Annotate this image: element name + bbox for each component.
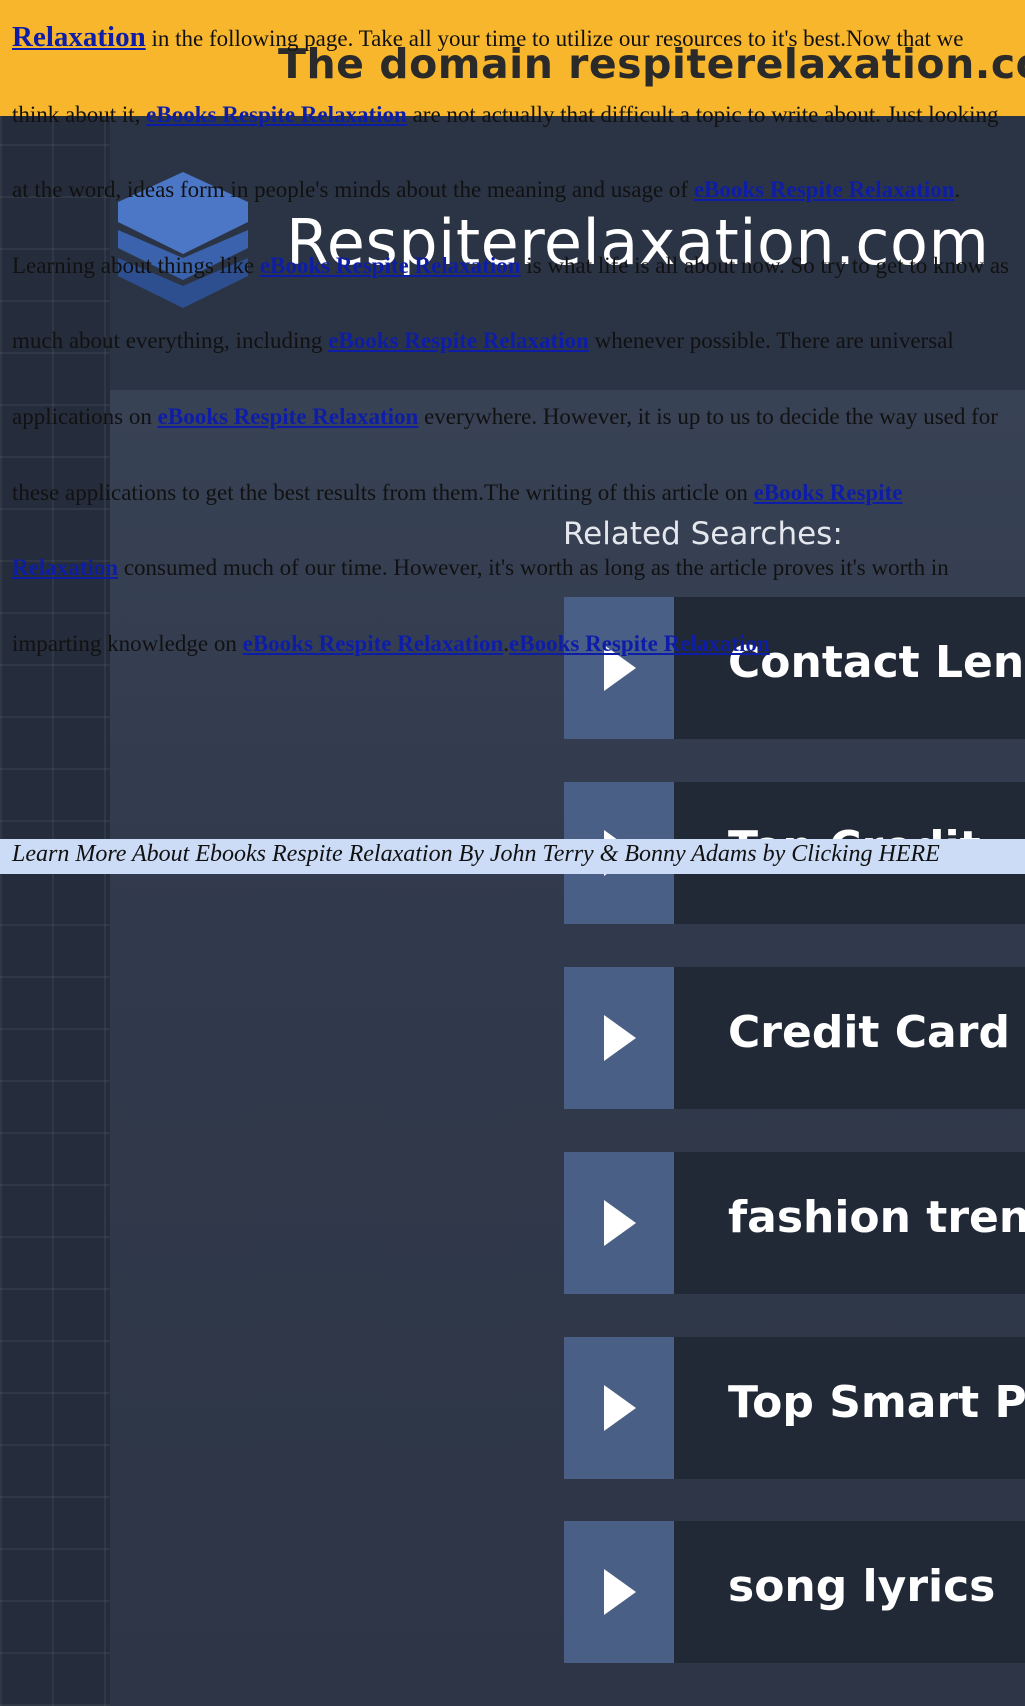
relaxation-link[interactable]: Relaxation — [12, 21, 146, 53]
learn-more-bar[interactable]: Learn More About Ebooks Respite Relaxati… — [0, 839, 1025, 874]
related-search-label: fashion tren — [728, 1192, 1025, 1243]
ebooks-respite-relaxation-link[interactable]: eBooks Respite Relaxation — [328, 328, 589, 353]
play-arrow-icon — [604, 1200, 636, 1246]
related-search-item[interactable]: Credit Card — [564, 967, 1025, 1109]
play-arrow-icon — [604, 1569, 636, 1615]
ebooks-respite-relaxation-link[interactable]: eBooks Respite Relaxation — [509, 631, 770, 656]
play-arrow-icon — [604, 1385, 636, 1431]
ebooks-respite-relaxation-link[interactable]: eBooks Respite Relaxation — [694, 177, 955, 202]
ebooks-respite-relaxation-link[interactable]: eBooks Respite Relaxation — [243, 631, 504, 656]
ebooks-respite-relaxation-link[interactable]: eBooks Respite Relaxation — [146, 102, 407, 127]
related-search-item[interactable]: Top Smart P — [564, 1337, 1025, 1479]
article-paragraph: Relaxation in the following page. Take a… — [12, 21, 1009, 656]
play-arrow-icon — [604, 1015, 636, 1061]
ebooks-respite-relaxation-link[interactable]: eBooks Respite Relaxation — [158, 404, 419, 429]
related-search-label: Top Smart P — [728, 1377, 1025, 1428]
related-search-label: song lyrics — [728, 1561, 996, 1612]
related-search-item[interactable]: fashion tren — [564, 1152, 1025, 1294]
learn-more-text: Learn More About Ebooks Respite Relaxati… — [12, 841, 940, 867]
ebooks-respite-relaxation-link[interactable]: eBooks Respite Relaxation — [260, 253, 521, 278]
article-text: Relaxation in the following page. Take a… — [12, 0, 1012, 681]
related-search-label: Credit Card — [728, 1007, 1010, 1058]
related-search-item[interactable]: song lyrics — [564, 1521, 1025, 1663]
